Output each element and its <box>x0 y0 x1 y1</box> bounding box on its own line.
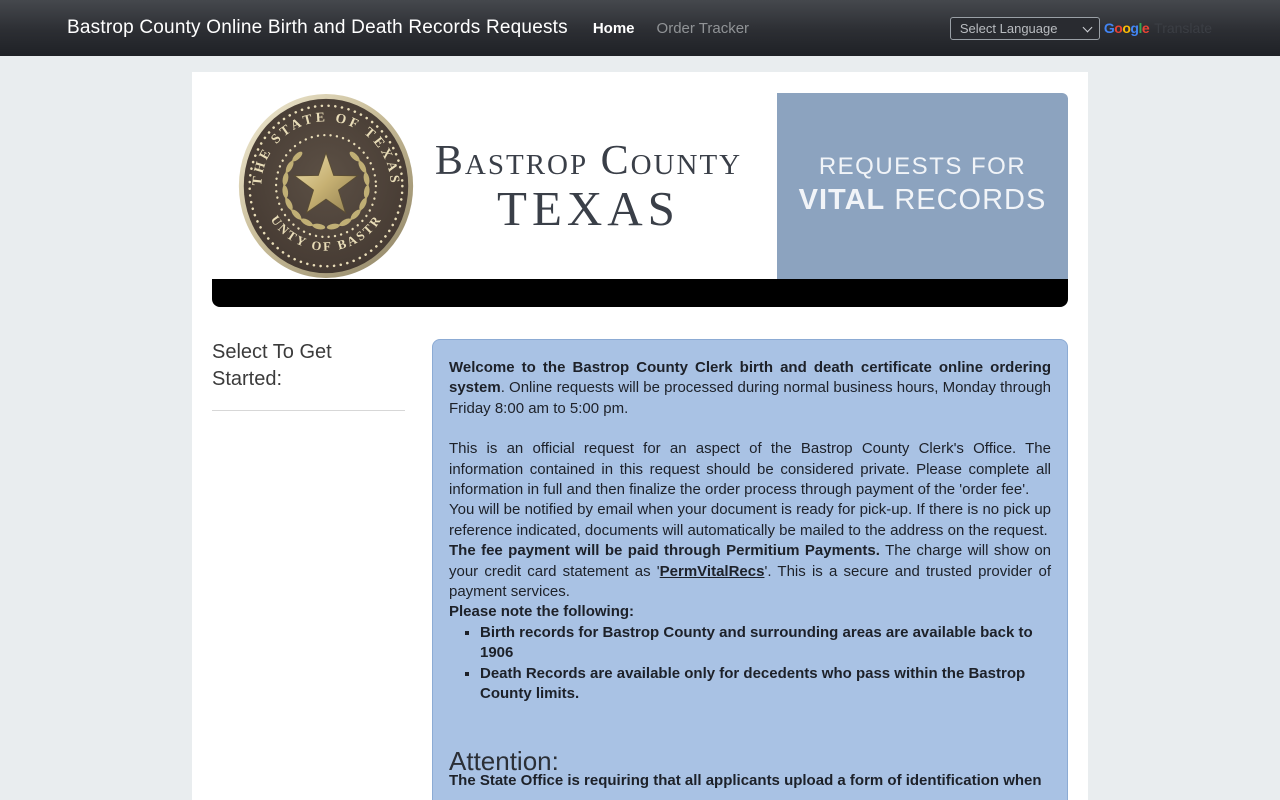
attention-heading: Attention: <box>449 745 559 776</box>
please-note-heading: Please note the following: <box>449 603 635 621</box>
language-select[interactable]: Select Language <box>949 16 1100 40</box>
vital-records-line2-bold: VITAL <box>798 184 886 217</box>
nav-item-home[interactable]: Home <box>593 20 635 37</box>
welcome-info-panel: Welcome to the Bastrop County Clerk birt… <box>432 339 1068 800</box>
page-content-column: THE STATE OF TEXAS COUNTY OF BASTROP <box>192 72 1088 800</box>
bastrop-county-seal-image: THE STATE OF TEXAS COUNTY OF BASTROP <box>237 93 414 279</box>
translate-link[interactable]: Translate <box>1154 20 1212 36</box>
google-translate-widget: Select Language Google Translate <box>949 16 1212 40</box>
welcome-paragraph: Welcome to the Bastrop County Clerk birt… <box>449 359 1052 417</box>
google-logo: Google <box>1103 20 1150 36</box>
notes-list: Birth records for Bastrop County and sur… <box>449 623 1051 705</box>
banner-bottom-bar <box>212 279 1068 307</box>
top-navbar: Bastrop County Online Birth and Death Re… <box>0 0 1280 56</box>
perm-vital-recs-text: PermVitalRecs <box>659 562 765 580</box>
banner-county-title: Bastrop County TEXAS <box>415 140 777 233</box>
sidebar-divider <box>212 410 405 411</box>
vital-records-panel: REQUESTS FOR VITAL RECORDS <box>777 93 1068 279</box>
banner-title-line1: Bastrop County <box>434 137 743 184</box>
sidebar: Select To Get Started: <box>212 339 405 800</box>
vital-records-line1: REQUESTS FOR <box>818 153 1027 181</box>
list-item-birth-records: Birth records for Bastrop County and sur… <box>480 623 1051 664</box>
nav-links: Home Order Tracker <box>593 20 749 37</box>
email-notify-paragraph: You will be notified by email when your … <box>449 501 1051 539</box>
attention-text: The State Office is requiring that all a… <box>449 771 1042 789</box>
content-row: Select To Get Started: Welcome to the Ba… <box>212 339 1068 800</box>
official-request-paragraph: This is an official request for an aspec… <box>449 440 1051 499</box>
banner-title-line2: TEXAS <box>497 180 680 236</box>
vital-records-line2: VITAL RECORDS <box>799 182 1047 218</box>
banner-left-section: THE STATE OF TEXAS COUNTY OF BASTROP <box>212 93 777 279</box>
fee-payment-bold: The fee payment will be paid through Per… <box>449 542 880 560</box>
list-item-death-records: Death Records are available only for dec… <box>480 664 1051 705</box>
nav-item-order-tracker[interactable]: Order Tracker <box>657 20 750 37</box>
site-title: Bastrop County Online Birth and Death Re… <box>67 17 568 38</box>
fee-payment-paragraph: The fee payment will be paid through Per… <box>449 542 1052 601</box>
header-banner: THE STATE OF TEXAS COUNTY OF BASTROP <box>212 93 1068 279</box>
vital-records-line2-rest: RECORDS <box>885 184 1047 217</box>
sidebar-heading: Select To Get Started: <box>212 341 332 390</box>
